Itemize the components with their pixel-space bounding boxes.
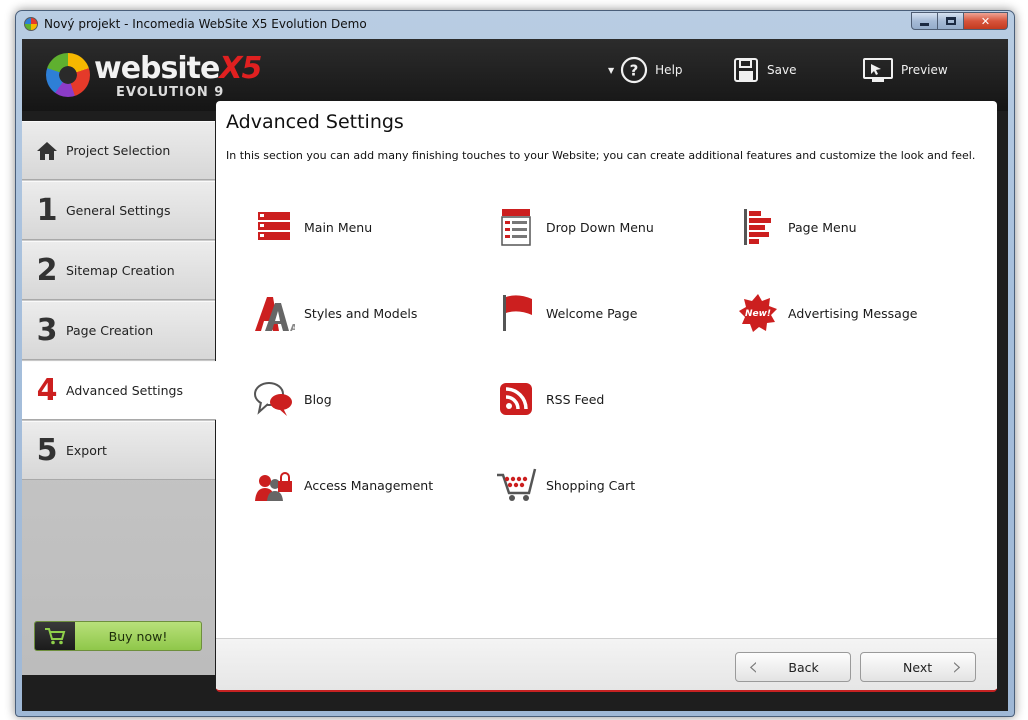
main-menu-item[interactable]: Main Menu: [252, 202, 372, 252]
window-title: Nový projekt - Incomedia WebSite X5 Evol…: [44, 17, 367, 31]
back-label: Back: [788, 659, 819, 675]
preview-button[interactable]: Preview: [862, 53, 948, 87]
chevron-left-icon: ‹: [748, 652, 759, 682]
title-bar[interactable]: Nový projekt - Incomedia WebSite X5 Evol…: [16, 11, 1014, 37]
step-number: 3: [36, 313, 58, 348]
main-menu-label: Main Menu: [304, 219, 373, 235]
client-area: websiteX5 EVOLUTION 9 ▼ ? Help Save Prev…: [22, 39, 1008, 711]
save-label: Save: [767, 63, 797, 77]
close-button[interactable]: ✕: [963, 12, 1008, 30]
rss-icon: [494, 377, 538, 421]
step-number: 4: [36, 373, 58, 408]
sidebar: Project Selection 1 General Settings 2 S…: [22, 121, 221, 675]
buy-now-button[interactable]: Buy now!: [34, 621, 202, 651]
access-management-item[interactable]: Access Management: [252, 460, 433, 510]
advertising-message-label: Advertising Message: [788, 305, 918, 321]
save-icon: [732, 56, 760, 84]
logo: websiteX5 EVOLUTION 9: [46, 49, 276, 100]
shopping-cart-item[interactable]: Shopping Cart: [494, 460, 635, 510]
logo-ball-icon: [46, 53, 90, 97]
svg-text:?: ?: [630, 62, 639, 80]
preview-icon: [862, 56, 894, 84]
help-icon: ?: [620, 56, 648, 84]
sidebar-item-label: Page Creation: [66, 323, 154, 338]
main-panel: Advanced Settings In this section you ca…: [216, 101, 997, 692]
sidebar-item-sitemap-creation[interactable]: 2 Sitemap Creation: [22, 241, 215, 300]
help-label: Help: [655, 63, 683, 77]
new-badge-icon: New!: [736, 291, 780, 335]
chevron-right-icon: ›: [952, 652, 963, 682]
app-window: Nový projekt - Incomedia WebSite X5 Evol…: [15, 10, 1015, 717]
svg-text:A: A: [290, 323, 295, 333]
cart-icon: [494, 463, 538, 507]
page-description: In this section you can add many finishi…: [226, 149, 976, 162]
dropdown-arrow-icon[interactable]: ▼: [608, 66, 614, 75]
drop-down-menu-item[interactable]: Drop Down Menu: [494, 202, 654, 252]
step-number: 2: [36, 253, 58, 288]
logo-x5: X5: [219, 51, 262, 86]
sidebar-item-label: Advanced Settings: [66, 383, 183, 398]
home-icon: [28, 141, 66, 161]
users-lock-icon: [252, 463, 296, 507]
sidebar-item-label: General Settings: [66, 203, 171, 218]
new-badge-text: New!: [745, 309, 771, 319]
welcome-page-label: Welcome Page: [546, 305, 638, 321]
save-button[interactable]: Save: [732, 53, 796, 87]
sidebar-item-general-settings[interactable]: 1 General Settings: [22, 181, 215, 240]
minimize-icon: [920, 22, 929, 26]
maximize-icon: [945, 17, 956, 25]
sidebar-item-export[interactable]: 5 Export: [22, 421, 215, 480]
rss-feed-label: RSS Feed: [546, 391, 605, 407]
main-menu-icon: [252, 205, 296, 249]
cart-icon: [35, 622, 75, 650]
close-icon: ✕: [980, 14, 991, 28]
next-label: Next: [903, 659, 933, 675]
preview-label: Preview: [901, 63, 948, 77]
styles-models-icon: A: [252, 291, 296, 335]
shopping-cart-label: Shopping Cart: [546, 477, 636, 493]
rss-feed-item[interactable]: RSS Feed: [494, 374, 604, 424]
logo-word: website: [94, 51, 220, 86]
sidebar-item-page-creation[interactable]: 3 Page Creation: [22, 301, 215, 360]
active-step-pointer: [207, 379, 219, 407]
flag-icon: [494, 291, 538, 335]
app-icon: [24, 17, 38, 31]
maximize-button[interactable]: [937, 12, 964, 30]
sidebar-item-label: Sitemap Creation: [66, 263, 175, 278]
drop-down-menu-icon: [494, 205, 538, 249]
buy-now-label: Buy now!: [108, 628, 168, 644]
sidebar-item-label: Project Selection: [66, 143, 171, 158]
blog-item[interactable]: Blog: [252, 374, 332, 424]
drop-down-menu-label: Drop Down Menu: [546, 219, 654, 235]
styles-and-models-label: Styles and Models: [304, 305, 418, 321]
sidebar-item-project-selection[interactable]: Project Selection: [22, 121, 215, 180]
speech-bubbles-icon: [252, 377, 296, 421]
blog-label: Blog: [304, 391, 332, 407]
toolbar: ▼ ? Help Save Preview: [588, 53, 1008, 87]
welcome-page-item[interactable]: Welcome Page: [494, 288, 637, 338]
advertising-message-item[interactable]: New! Advertising Message: [736, 288, 917, 338]
window-controls: ✕: [911, 12, 1008, 30]
next-button[interactable]: Next ›: [860, 652, 976, 682]
wizard-footer: ‹ Back Next ›: [216, 638, 997, 690]
logo-edition: EVOLUTION 9: [116, 85, 225, 100]
sidebar-item-label: Export: [66, 443, 107, 458]
styles-and-models-item[interactable]: A Styles and Models: [252, 288, 417, 338]
page-menu-item[interactable]: Page Menu: [736, 202, 857, 252]
minimize-button[interactable]: [911, 12, 938, 30]
help-button[interactable]: ▼ ? Help: [608, 53, 683, 87]
access-management-label: Access Management: [304, 477, 434, 493]
step-number: 1: [36, 193, 58, 228]
sidebar-item-advanced-settings[interactable]: 4 Advanced Settings: [22, 361, 221, 420]
back-button[interactable]: ‹ Back: [735, 652, 851, 682]
step-number: 5: [36, 433, 58, 468]
page-title: Advanced Settings: [226, 111, 404, 133]
page-menu-icon: [736, 205, 780, 249]
page-menu-label: Page Menu: [788, 219, 857, 235]
